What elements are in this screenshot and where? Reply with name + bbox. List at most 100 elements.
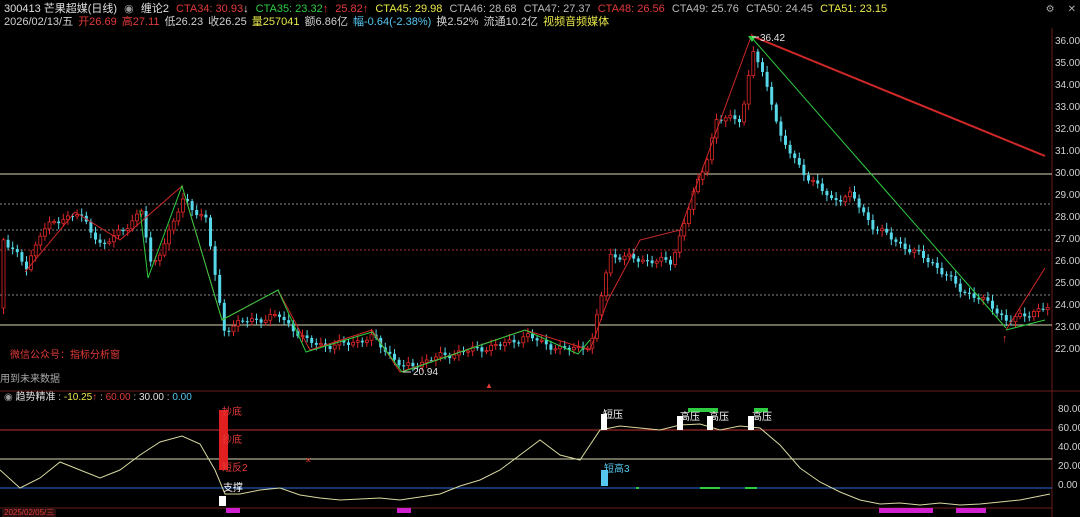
sub-y-tick: 80.00: [1058, 404, 1080, 415]
candle-body: [103, 242, 107, 244]
candle-body: [33, 244, 38, 257]
y-tick: 31.00: [1055, 146, 1080, 157]
candle-body: [677, 235, 682, 253]
y-tick: 23.00: [1055, 322, 1080, 333]
candle-body: [493, 343, 498, 346]
candle-body: [347, 342, 350, 345]
candle-body: [355, 340, 360, 343]
price-chart[interactable]: 36.42 20.94 ↑ ▲ ✕ 抄底 抄底 短反2 支撑 短压 高压 高压 …: [0, 0, 1080, 517]
candle-body: [659, 256, 664, 262]
sub-value-1-arrow: ↑: [92, 392, 98, 403]
candle-body: [526, 333, 530, 338]
candle-body: [687, 208, 691, 224]
candle-body: [190, 201, 194, 211]
candle-body: [213, 246, 217, 275]
candle-body: [618, 257, 622, 260]
candle-body: [278, 314, 281, 317]
candle-body: [604, 272, 608, 297]
candle-body: [848, 191, 852, 198]
candle-body: [705, 159, 710, 173]
sub-colon: :: [166, 392, 170, 403]
candle-body: [484, 350, 489, 353]
candle-body: [180, 198, 185, 213]
sub-colon: :: [133, 392, 137, 403]
candle-body: [793, 153, 797, 159]
sub-y-tick: 40.00: [1058, 442, 1080, 453]
candle-body: [958, 283, 962, 292]
candle-body: [20, 252, 24, 262]
candle-body: [507, 339, 512, 343]
candle-body: [227, 330, 231, 332]
candle-body: [438, 352, 443, 358]
candle-body: [241, 320, 245, 322]
sub-y-tick: 20.00: [1058, 461, 1080, 472]
candle-body: [125, 228, 130, 231]
candle-body: [130, 220, 135, 230]
candle-body: [654, 260, 659, 264]
candle-body: [38, 235, 43, 246]
candle-body: [397, 359, 401, 366]
candle-body: [986, 297, 990, 301]
candle-body: [756, 51, 760, 63]
candle-body: [369, 334, 374, 341]
label-duangao3: 短高3: [604, 462, 630, 475]
sub-value-4: 0.00: [172, 392, 192, 403]
high-price-label: 36.42: [760, 33, 785, 44]
candle-body: [268, 314, 273, 321]
candle-body: [807, 175, 810, 181]
candle-body: [305, 335, 309, 339]
candle-body: [723, 117, 728, 122]
footer-date: 2025/02/05/三: [2, 508, 57, 517]
trend-oscillator-line: [0, 423, 1051, 506]
candle-body: [287, 320, 291, 324]
candle-body: [1036, 308, 1041, 312]
sub-indicator-dot-icon[interactable]: ◉: [4, 392, 13, 403]
label-chaodi: 抄底: [222, 405, 242, 418]
candle-body: [94, 232, 97, 240]
sub-chart-header: ◉ 趋势精准 : -10.25↑ : 60.00 : 30.00 : 0.00: [4, 391, 192, 404]
candle-body: [770, 86, 774, 105]
candle-body: [406, 362, 411, 367]
watermark-text: 微信公众号：指标分析窗: [10, 350, 120, 361]
candle-body: [843, 196, 848, 203]
candle-body: [318, 343, 323, 346]
bottom-arrow-icon: ↑: [1002, 333, 1008, 345]
candle-body: [912, 249, 917, 253]
candle-body: [876, 229, 879, 231]
candle-body: [502, 342, 507, 347]
sub-indicator-title[interactable]: 趋势精准: [16, 392, 56, 403]
magenta-bar-1: [226, 508, 240, 513]
candle-body: [263, 319, 268, 324]
candle-body: [857, 198, 861, 208]
candle-body: [424, 359, 429, 363]
label-duanfan2: 短反2: [222, 461, 248, 474]
candle-body: [673, 251, 677, 265]
label-chaodi-2: 抄底: [222, 433, 242, 446]
y-tick: 36.00: [1055, 36, 1080, 47]
candle-body: [512, 339, 516, 343]
candle-body: [1018, 313, 1022, 317]
candle-body: [539, 339, 544, 342]
candle-body: [751, 51, 756, 77]
bottom-marker-icon: ▲: [485, 381, 493, 390]
candle-body: [6, 239, 10, 248]
candle-body: [664, 257, 668, 260]
candle-body: [236, 320, 241, 327]
y-tick: 24.00: [1055, 300, 1080, 311]
candle-body: [931, 262, 935, 264]
candle-body: [1, 239, 6, 309]
magenta-bar-2: [397, 508, 411, 513]
candle-body: [746, 75, 751, 105]
candle-body: [599, 295, 604, 316]
candle-body: [1041, 308, 1045, 310]
candle-body: [853, 191, 856, 199]
candle-body: [650, 260, 654, 264]
candle-body: [784, 135, 787, 145]
candle-body: [314, 342, 318, 345]
candle-body: [1045, 306, 1050, 310]
candle-body: [995, 308, 999, 314]
green-dot-2: [700, 487, 720, 489]
sub-y-tick: 60.00: [1058, 423, 1080, 434]
candle-body: [830, 195, 833, 199]
candle-body: [310, 338, 314, 343]
